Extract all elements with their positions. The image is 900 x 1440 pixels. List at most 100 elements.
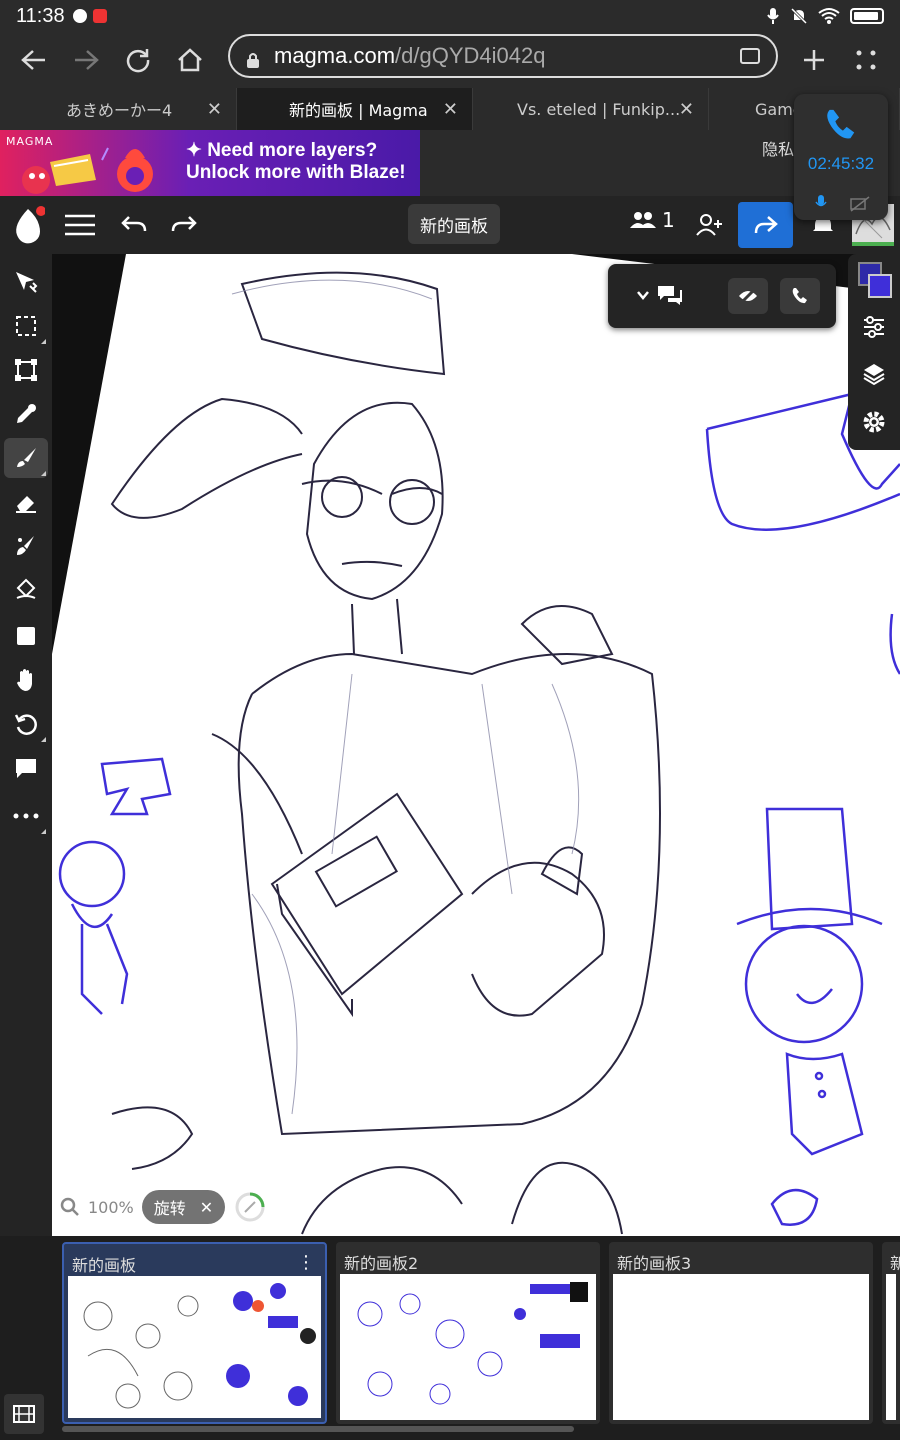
tab-title: Vs. eteled | Funkip... xyxy=(517,99,681,119)
transform-tool[interactable] xyxy=(4,350,48,390)
view-controls: 100% 旋转 ✕ xyxy=(60,1190,267,1224)
primary-color-swatch[interactable] xyxy=(868,274,892,298)
board-strip: 新的画板 ⋮ 新的画板2 新的画板3 新 xyxy=(0,1236,900,1440)
ad-line-1: ✦ Need more layers? xyxy=(186,140,378,161)
chat-toggle-button[interactable] xyxy=(636,284,684,306)
board-title: 新 xyxy=(890,1254,900,1273)
board-title: 新的画板3 xyxy=(617,1254,692,1273)
gear-icon xyxy=(863,411,885,433)
redo-button[interactable] xyxy=(166,204,202,246)
move-tool[interactable] xyxy=(4,262,48,302)
plus-icon xyxy=(804,50,824,70)
eraser-tool[interactable] xyxy=(4,482,48,522)
hide-voice-button[interactable] xyxy=(728,278,768,314)
chevron-down-icon xyxy=(637,291,649,300)
mute-bell-icon xyxy=(790,7,808,25)
lock-icon xyxy=(246,48,260,68)
board-menu-icon[interactable]: ⋮ xyxy=(297,1252,315,1273)
board-strip-toggle[interactable] xyxy=(4,1394,44,1434)
rotate-tool[interactable] xyxy=(4,704,48,744)
browser-tab[interactable]: Vs. eteled | Funkip... ✕ xyxy=(473,88,709,130)
battery-icon xyxy=(850,8,884,24)
privacy-link[interactable]: 隐私 xyxy=(762,136,794,160)
ad-text: ✦ Need more layers? Unlock more with Bla… xyxy=(186,140,406,184)
phone-icon xyxy=(792,288,807,304)
board-card[interactable]: 新的画板 ⋮ xyxy=(62,1242,327,1424)
browser-tab-active[interactable]: 新的画板 | Magma ✕ xyxy=(237,88,473,130)
smudge-tool[interactable] xyxy=(4,526,48,566)
hand-icon xyxy=(17,669,32,691)
board-title: 新的画板 xyxy=(72,1256,137,1275)
magma-logo-icon xyxy=(16,206,45,244)
board-card[interactable]: 新的画板3 xyxy=(609,1242,873,1424)
layers-button[interactable] xyxy=(862,362,886,390)
status-bar: 11:38 xyxy=(0,0,900,32)
shape-tool[interactable] xyxy=(4,616,48,656)
share-button[interactable] xyxy=(738,202,793,248)
more-tools-button[interactable] xyxy=(4,796,48,836)
microphone-icon[interactable] xyxy=(814,194,828,212)
zoom-icon xyxy=(60,1197,79,1216)
browser-tab[interactable]: あきめーかー4 ✕ xyxy=(0,88,237,130)
film-strip-icon xyxy=(13,1405,35,1423)
close-icon[interactable]: ✕ xyxy=(679,99,694,120)
square-icon xyxy=(17,627,35,645)
system-icons xyxy=(766,7,884,25)
forward-button[interactable] xyxy=(60,34,112,86)
undo-icon xyxy=(121,216,147,232)
selection-tool[interactable] xyxy=(4,306,48,346)
chat-panel xyxy=(608,264,836,328)
close-icon[interactable]: ✕ xyxy=(200,1198,213,1217)
drawing-canvas[interactable] xyxy=(52,254,900,1236)
comment-tool[interactable] xyxy=(4,748,48,788)
board-thumbnail xyxy=(340,1274,596,1420)
color-swatches[interactable] xyxy=(858,262,894,298)
reload-button[interactable] xyxy=(112,34,164,86)
address-bar[interactable]: magma.com/d/gQYD4i042q xyxy=(228,34,778,78)
bucket-icon xyxy=(16,578,36,599)
board-card[interactable]: 新 xyxy=(882,1242,900,1424)
app-toolbar: 新的画板 1 xyxy=(0,196,900,254)
back-button[interactable] xyxy=(8,34,60,86)
invite-user-button[interactable] xyxy=(694,204,724,246)
online-users-button[interactable]: 1 xyxy=(630,208,675,232)
more-dots-icon xyxy=(13,813,39,819)
magma-logo-button[interactable] xyxy=(10,204,46,246)
back-arrow-icon xyxy=(21,50,45,70)
browser-menu-button[interactable] xyxy=(840,34,892,86)
close-icon[interactable]: ✕ xyxy=(207,99,222,120)
submenu-indicator xyxy=(41,829,46,834)
eyedropper-tool[interactable] xyxy=(4,394,48,434)
camera-off-icon[interactable] xyxy=(850,196,870,212)
call-widget[interactable]: 02:45:32 xyxy=(794,94,888,220)
undo-button[interactable] xyxy=(116,204,152,246)
mic-icon xyxy=(767,8,779,24)
rotate-icon xyxy=(14,714,37,735)
desktop-mode-icon[interactable] xyxy=(740,48,760,64)
new-tab-button[interactable] xyxy=(788,34,840,86)
close-icon[interactable]: ✕ xyxy=(443,99,458,120)
ad-line-2: Unlock more with Blaze! xyxy=(186,162,406,183)
brush-tool[interactable] xyxy=(4,438,48,478)
hide-icon xyxy=(738,286,758,306)
add-user-icon xyxy=(696,214,722,236)
blaze-ad-banner[interactable]: MAGMA ✦ Need more layers? Unlock more wi… xyxy=(0,130,420,196)
fill-tool[interactable] xyxy=(4,570,48,610)
phone-button[interactable] xyxy=(780,278,820,314)
share-arrow-icon xyxy=(754,216,778,234)
hand-tool[interactable] xyxy=(4,660,48,700)
settings-button[interactable] xyxy=(862,410,886,438)
zoom-level[interactable]: 100% xyxy=(88,1198,134,1217)
board-strip-scrollbar[interactable] xyxy=(62,1426,574,1432)
clock: 11:38 xyxy=(16,4,65,27)
adjustments-button[interactable] xyxy=(862,316,886,342)
home-button[interactable] xyxy=(164,34,216,86)
board-card[interactable]: 新的画板2 xyxy=(336,1242,600,1424)
forward-arrow-icon xyxy=(75,50,99,70)
eraser-icon xyxy=(16,496,36,513)
board-name-button[interactable]: 新的画板 xyxy=(408,204,500,244)
app-notification-icon xyxy=(72,9,87,23)
tab-title: 新的画板 | Magma xyxy=(289,101,428,120)
main-menu-button[interactable] xyxy=(62,204,98,246)
rotate-indicator[interactable]: 旋转 ✕ xyxy=(141,1190,226,1224)
